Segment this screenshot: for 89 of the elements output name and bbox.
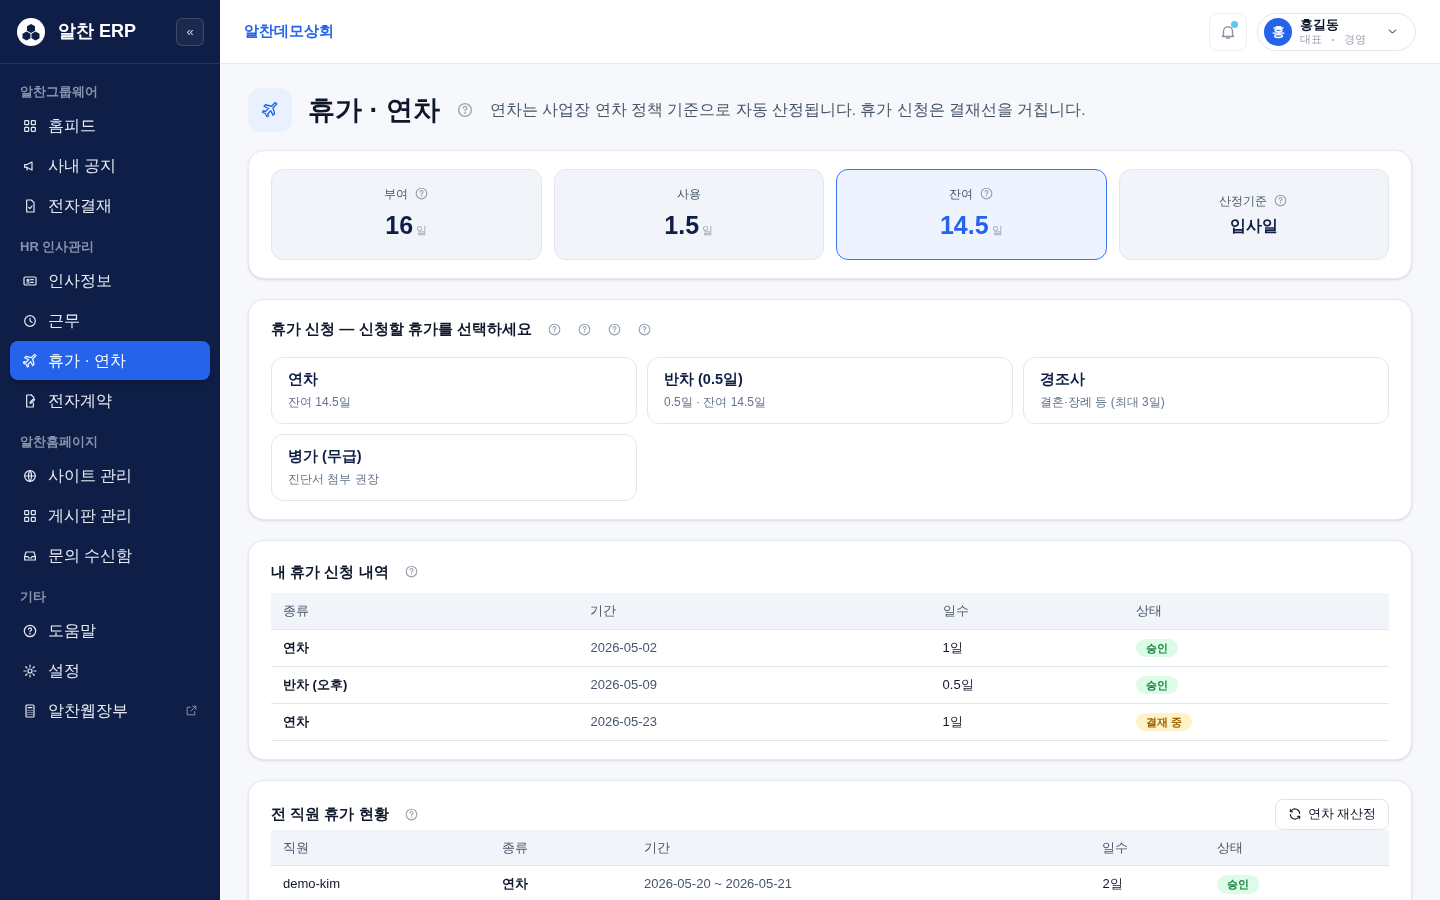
table-cell: 연차 (283, 713, 309, 729)
sidebar-item[interactable]: 휴가 · 연차 (10, 341, 210, 380)
section-title: 전 직원 휴가 현황 (271, 803, 389, 824)
airplane-icon (261, 101, 279, 119)
stat-label: 사용 (676, 185, 701, 203)
help-icon (546, 321, 562, 337)
stat-label: 잔여 (948, 185, 973, 203)
sidebar-item[interactable]: 전자결재 (10, 186, 210, 225)
help-icon (576, 321, 592, 337)
column-header: 상태 (1136, 603, 1162, 618)
section-title: 내 휴가 신청 내역 (271, 561, 389, 582)
status-badge: 승인 (1136, 638, 1178, 658)
user-role: 대표 (1300, 32, 1322, 47)
help-icon (403, 806, 419, 822)
leave-type-option[interactable]: 병가 (무급) 진단서 첨부 권장 (271, 433, 637, 501)
status-badge: 승인 (1136, 675, 1178, 695)
stat-label: 산정기준 (1219, 192, 1268, 210)
user-avatar: 홍 (1264, 17, 1292, 46)
page-description: 연차는 사업장 연차 정책 기준으로 자동 산정됩니다. 휴가 신청은 결재선을 거칩니다. (490, 100, 1086, 121)
sidebar-item[interactable]: 홈피드 (10, 106, 210, 145)
logo-icon (16, 16, 46, 47)
sidebar-item[interactable]: 설정 (10, 651, 210, 690)
page-title: 휴가 · 연차 (308, 93, 440, 127)
brand-name: 알찬 ERP (58, 20, 137, 43)
sidebar-item[interactable]: 도움말 (10, 611, 210, 650)
collapse-button[interactable]: « (176, 17, 204, 46)
stat-value: 16 (385, 209, 414, 241)
table-cell: 2026-05-02 (590, 639, 657, 655)
stat-value: 14.5 (939, 209, 989, 241)
column-header: 직원 (283, 839, 309, 855)
help-icon (22, 622, 38, 639)
section-label: HR 인사관리 (19, 238, 96, 257)
table-cell: 연차 (283, 639, 309, 655)
leave-type-option[interactable]: 연차 잔여 14.5일 (271, 356, 637, 424)
help-icon (636, 321, 652, 337)
column-header: 종류 (283, 603, 309, 618)
sidebar-item[interactable]: 알찬웹장부 (10, 691, 210, 730)
table-cell: 1일 (942, 639, 963, 655)
column-header: 기간 (644, 839, 671, 855)
status-badge: 승인 (1216, 875, 1259, 894)
leave-type-option[interactable]: 경조사 결혼·장례 등 (최대 3일) (1023, 356, 1389, 424)
table-cell: 2026-05-20 ~ 2026-05-21 (644, 876, 792, 892)
sidebar-item[interactable]: 사내 공지 (10, 146, 210, 185)
column-header: 일수 (942, 603, 969, 618)
column-header: 종류 (502, 839, 529, 855)
table-cell: 2026-05-23 (590, 713, 657, 729)
table-cell: 연차 (502, 876, 529, 892)
stat-unit: 일 (991, 222, 1003, 238)
table-cell: 반차 (오후) (283, 676, 348, 692)
section-label: 알찬홈페이지 (19, 433, 99, 452)
globe-icon (22, 467, 38, 484)
calculator-icon (22, 702, 38, 719)
section-label: 기타 (19, 588, 47, 607)
airplane-icon (22, 352, 38, 369)
column-header: 상태 (1216, 839, 1243, 855)
section-title: 휴가 신청 — 신청할 휴가를 선택하세요 (271, 319, 532, 339)
grid-icon (22, 117, 38, 134)
table-cell: demo-kim (283, 876, 341, 892)
table-cell: 2026-05-09 (590, 676, 657, 692)
sidebar-item[interactable]: 게시판 관리 (10, 496, 210, 535)
stat-value: 1.5 (664, 209, 700, 241)
column-header: 기간 (590, 603, 617, 618)
column-header: 일수 (1102, 839, 1129, 855)
sidebar-item[interactable]: 문의 수신함 (10, 536, 210, 575)
stat-label: 부여 (383, 185, 408, 203)
table-cell: 2일 (1102, 876, 1123, 892)
section-label: 알찬그룹웨어 (19, 83, 99, 102)
help-icon (403, 564, 419, 580)
help-icon (456, 101, 474, 119)
recalculate-button[interactable]: 연차 재산정 (1274, 798, 1389, 830)
table-cell: 1일 (942, 713, 963, 729)
sidebar-item[interactable]: 전자계약 (10, 381, 210, 420)
stat-unit: 일 (702, 222, 714, 238)
user-department: 경영 (1344, 32, 1366, 47)
table-cell: 0.5일 (942, 676, 974, 692)
sidebar-item[interactable]: 인사정보 (10, 261, 210, 300)
status-badge: 결재 중 (1136, 712, 1193, 732)
sidebar-item[interactable]: 근무 (10, 301, 210, 340)
clock-icon (22, 312, 38, 329)
company-link[interactable]: 알찬데모상회 (244, 20, 1209, 43)
leave-type-option[interactable]: 반차 (0.5일) 0.5일 · 잔여 14.5일 (647, 356, 1013, 424)
refresh-icon (1287, 807, 1302, 821)
help-icon (606, 321, 622, 337)
sidebar-item[interactable]: 사이트 관리 (10, 456, 210, 495)
stat-unit: 일 (416, 222, 428, 238)
user-name: 홍길동 (1300, 16, 1340, 33)
notification-button[interactable] (1209, 12, 1247, 51)
stat-value: 입사일 (1229, 215, 1278, 236)
grid-icon (22, 507, 38, 524)
